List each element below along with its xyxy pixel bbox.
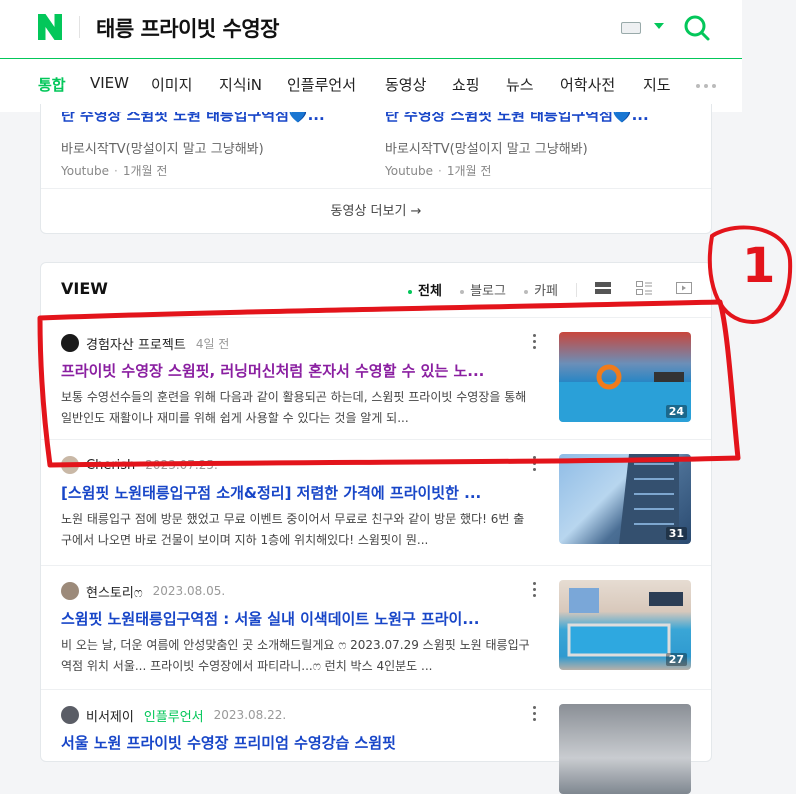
author-info[interactable]: 현스토리ෆ 2023.08.05. bbox=[61, 582, 226, 601]
filter-all[interactable]: 전체 bbox=[408, 284, 442, 299]
dropdown-arrow-icon[interactable] bbox=[654, 23, 664, 29]
influencer-badge: 인플루언서 bbox=[143, 709, 204, 725]
author-info[interactable]: 비서제이 인플루언서 2023.08.22. bbox=[61, 706, 287, 725]
result-snippet[interactable]: 비 오는 날, 더운 여름에 안성맞춤인 곳 소개해드릴게요 ෆ 2023.07… bbox=[61, 635, 535, 677]
view-filters: 전체 블로그 카페 bbox=[408, 280, 572, 299]
avatar[interactable] bbox=[61, 582, 79, 600]
video-platform: Youtube bbox=[385, 164, 433, 178]
view-result-item: 비서제이 인플루언서 2023.08.22. 서울 노원 프라이빗 수영장 프리… bbox=[41, 689, 711, 794]
naver-logo-icon[interactable] bbox=[38, 14, 62, 40]
video-source: 바로시작TV(망설이지 말고 그냥해봐) bbox=[385, 142, 588, 157]
tab-view[interactable]: VIEW bbox=[90, 74, 129, 92]
search-query[interactable]: 태릉 프라이빗 수영장 bbox=[96, 13, 280, 43]
result-thumbnail[interactable]: 24 bbox=[559, 332, 691, 422]
search-icon[interactable] bbox=[683, 14, 711, 42]
keyboard-icon[interactable] bbox=[621, 22, 641, 34]
result-thumbnail[interactable]: 31 bbox=[559, 454, 691, 544]
tab-shopping[interactable]: 쇼핑 bbox=[452, 74, 480, 95]
tab-video[interactable]: 동영상 bbox=[385, 74, 426, 95]
header-divider bbox=[79, 16, 80, 38]
result-snippet[interactable]: 노원 태릉입구 점에 방문 했었고 무료 이벤트 중이어서 무료로 친구와 같이… bbox=[61, 509, 535, 551]
view-section-title: VIEW bbox=[61, 279, 108, 298]
result-title[interactable]: 프라이빗 수영장 스윔핏, 러닝머신처럼 혼자서 수영할 수 있는 노... bbox=[61, 360, 531, 381]
video-age: 1개월 전 bbox=[122, 164, 168, 178]
view-result-item: Cherish 2023.07.25. [스윔핏 노원태릉입구점 소개&정리] … bbox=[41, 439, 711, 565]
avatar[interactable] bbox=[61, 706, 79, 724]
avatar[interactable] bbox=[61, 456, 79, 474]
video-title[interactable]: 탄 수영장 스윔핏 노원 태릉입구역점💙... bbox=[385, 112, 685, 124]
more-options-icon[interactable] bbox=[533, 582, 537, 598]
video-meta: Youtube · 1개월 전 bbox=[385, 164, 492, 178]
filter-blog[interactable]: 블로그 bbox=[460, 284, 506, 299]
more-options-icon[interactable] bbox=[533, 334, 537, 350]
author-name[interactable]: 비서제이 bbox=[86, 706, 134, 725]
post-date: 2023.07.25. bbox=[145, 458, 218, 472]
filter-cafe[interactable]: 카페 bbox=[524, 284, 558, 299]
tab-images[interactable]: 이미지 bbox=[151, 74, 192, 95]
image-count: 24 bbox=[665, 405, 687, 418]
post-date: 2023.08.05. bbox=[152, 584, 226, 598]
result-title[interactable]: 스윔핏 노원태릉입구역점 : 서울 실내 이색데이트 노원구 프라이... bbox=[61, 608, 531, 629]
tab-map[interactable]: 지도 bbox=[643, 74, 671, 95]
grid-view-icon[interactable] bbox=[635, 279, 653, 297]
annotation-number: 1 bbox=[742, 238, 776, 294]
video-title[interactable]: 탄 수영장 스윔핏 노원 태릉입구역점💙... bbox=[61, 112, 361, 124]
image-count: 27 bbox=[665, 653, 687, 666]
tab-kin[interactable]: 지식iN bbox=[219, 74, 262, 95]
tab-integrated[interactable]: 통합 bbox=[38, 74, 66, 95]
tab-dictionary[interactable]: 어학사전 bbox=[560, 74, 615, 95]
post-date: 2023.08.22. bbox=[213, 708, 287, 722]
header-underline bbox=[0, 58, 742, 59]
video-meta: Youtube · 1개월 전 bbox=[61, 164, 168, 178]
more-options-icon[interactable] bbox=[533, 456, 537, 472]
view-result-item: 경험자산 프로젝트 4일 전 프라이빗 수영장 스윔핏, 러닝머신처럼 혼자서 … bbox=[41, 317, 711, 439]
list-view-icon[interactable] bbox=[594, 279, 612, 297]
post-date: 4일 전 bbox=[195, 336, 230, 351]
video-source: 바로시작TV(망설이지 말고 그냥해봐) bbox=[61, 142, 264, 157]
search-header: 태릉 프라이빗 수영장 통합 VIEW 이미지 지식iN 인플루언서 동영상 쇼… bbox=[0, 0, 742, 112]
result-thumbnail[interactable] bbox=[559, 704, 691, 794]
filter-divider bbox=[576, 283, 577, 297]
avatar[interactable] bbox=[61, 334, 79, 352]
video-view-icon[interactable] bbox=[675, 279, 693, 297]
video-age: 1개월 전 bbox=[446, 164, 492, 178]
author-name[interactable]: 경험자산 프로젝트 bbox=[86, 334, 186, 353]
author-info[interactable]: Cherish 2023.07.25. bbox=[61, 456, 218, 474]
video-more-button[interactable]: 동영상 더보기 → bbox=[41, 188, 711, 233]
result-snippet[interactable]: 보통 수영선수들의 훈련을 위해 다음과 같이 활용되곤 하는데, 스윔핏 프라… bbox=[61, 387, 535, 429]
tab-influencer[interactable]: 인플루언서 bbox=[287, 74, 356, 95]
result-thumbnail[interactable]: 27 bbox=[559, 580, 691, 670]
result-title[interactable]: [스윔핏 노원태릉입구점 소개&정리] 저렴한 가격에 프라이빗한 ... bbox=[61, 482, 531, 503]
more-options-icon[interactable] bbox=[533, 706, 537, 722]
view-result-item: 현스토리ෆ 2023.08.05. 스윔핏 노원태릉입구역점 : 서울 실내 이… bbox=[41, 565, 711, 689]
video-card[interactable]: 탄 수영장 스윔핏 노원 태릉입구역점💙... 바로시작TV(망설이지 말고 그… bbox=[61, 112, 361, 179]
video-section: 탄 수영장 스윔핏 노원 태릉입구역점💙... 바로시작TV(망설이지 말고 그… bbox=[40, 104, 712, 234]
author-name[interactable]: Cherish bbox=[86, 458, 135, 473]
more-tabs-icon[interactable] bbox=[696, 84, 716, 88]
video-platform: Youtube bbox=[61, 164, 109, 178]
author-info[interactable]: 경험자산 프로젝트 4일 전 bbox=[61, 334, 230, 353]
tab-news[interactable]: 뉴스 bbox=[506, 74, 534, 95]
image-count: 31 bbox=[665, 527, 687, 540]
view-section: VIEW 전체 블로그 카페 경험자산 프로젝트 4일 전 프라이빗 수영장 스… bbox=[40, 262, 712, 794]
author-name[interactable]: 현스토리ෆ bbox=[86, 582, 143, 601]
video-card[interactable]: 탄 수영장 스윔핏 노원 태릉입구역점💙... 바로시작TV(망설이지 말고 그… bbox=[385, 112, 685, 179]
